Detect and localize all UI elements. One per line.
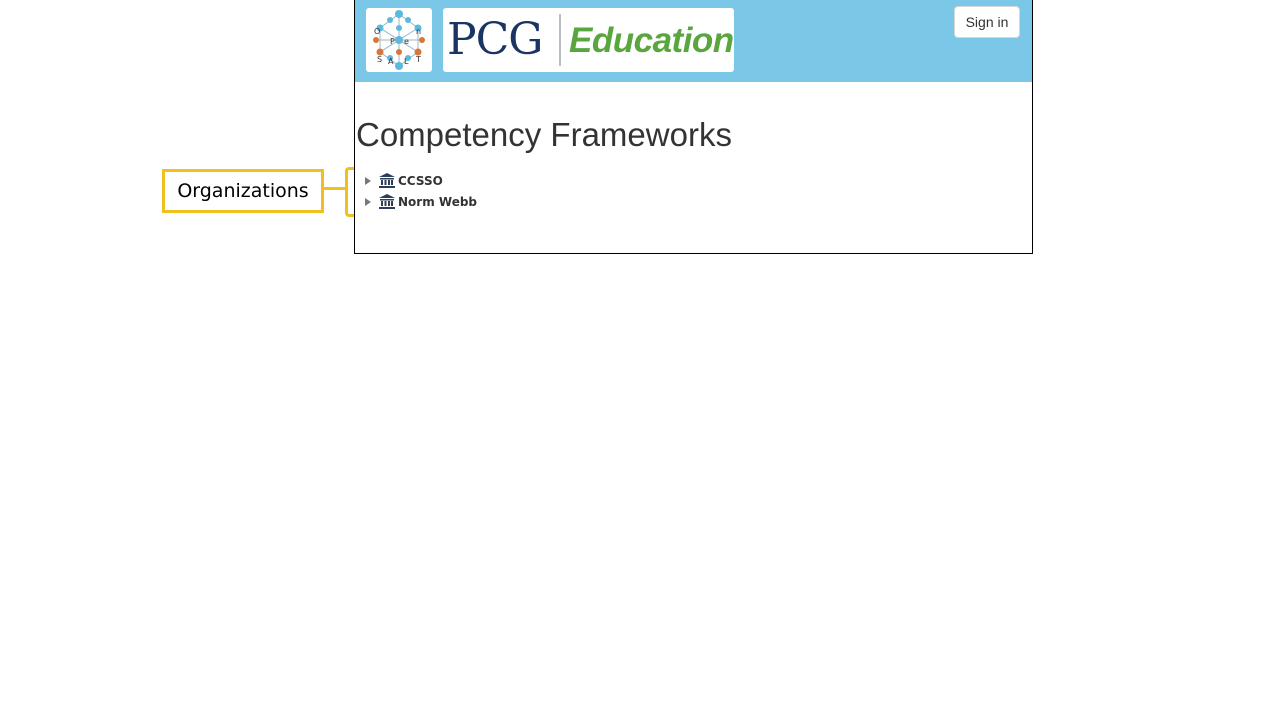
svg-text:P: P xyxy=(390,37,395,46)
annotation-label: Organizations xyxy=(177,180,309,202)
svg-text:n: n xyxy=(416,27,421,36)
svg-text:S: S xyxy=(377,55,382,64)
opensalt-logo-icon: O P en SA LT xyxy=(373,10,425,70)
site-header: O Pen SA LT PCG Education Sign in xyxy=(355,0,1032,82)
annotation-connector xyxy=(321,187,348,190)
brand-divider xyxy=(559,14,561,66)
organization-label: Norm Webb xyxy=(398,194,478,209)
svg-text:A: A xyxy=(388,57,394,66)
brand-education-text: Education xyxy=(569,21,734,60)
opensalt-logo[interactable]: O Pen SA LT xyxy=(366,8,432,72)
svg-text:e: e xyxy=(404,37,409,46)
expand-caret-icon[interactable] xyxy=(365,197,371,206)
svg-text:L: L xyxy=(404,57,409,66)
app-window: O Pen SA LT PCG Education Sign in Competen… xyxy=(354,0,1033,254)
organization-tree: CCSSO Norm Webb xyxy=(363,170,477,212)
organization-item-ccsso[interactable]: CCSSO xyxy=(363,170,477,191)
sign-in-button[interactable]: Sign in xyxy=(954,6,1020,38)
page-title: Competency Frameworks xyxy=(356,116,732,153)
annotation-callout: Organizations xyxy=(162,169,324,213)
expand-caret-icon[interactable] xyxy=(365,176,371,185)
brand-pcg-text: PCG xyxy=(447,14,543,65)
bank-icon xyxy=(379,173,395,188)
organization-label: CCSSO xyxy=(398,173,443,188)
svg-text:O: O xyxy=(374,27,380,36)
brand-logo[interactable]: PCG Education xyxy=(443,8,734,72)
svg-text:T: T xyxy=(415,55,421,64)
organization-item-norm-webb[interactable]: Norm Webb xyxy=(363,191,477,212)
bank-icon xyxy=(379,194,395,209)
